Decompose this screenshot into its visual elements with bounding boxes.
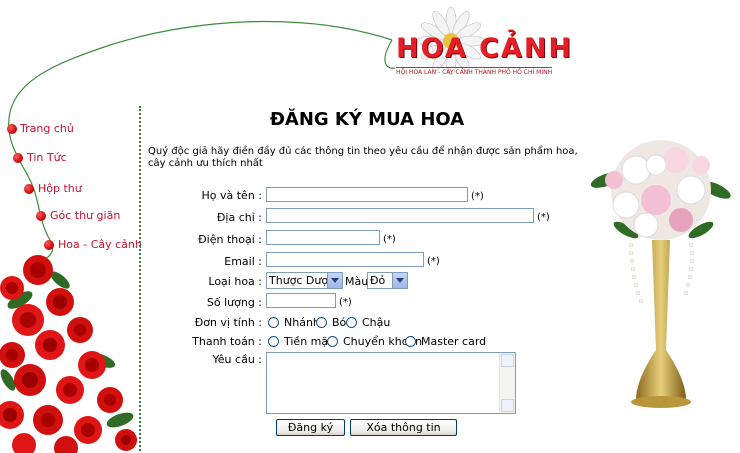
content-divider	[139, 106, 141, 451]
unit-option-label: Bó	[332, 316, 347, 329]
color-selected: Đỏ	[370, 274, 386, 287]
unit-radio-nhanh[interactable]	[268, 317, 279, 328]
unit-radio-chau[interactable]	[346, 317, 357, 328]
logo-title: HOA CẢNH	[396, 33, 574, 64]
unit-radio-bo[interactable]	[316, 317, 327, 328]
nav-bullet-icon	[13, 153, 23, 163]
address-label: Địa chỉ :	[216, 211, 262, 224]
nav-bullet-icon	[24, 184, 34, 194]
notes-scrollbar[interactable]	[499, 353, 515, 413]
payment-option-label: Master card	[421, 335, 487, 348]
flower-bouquet-image	[590, 140, 731, 408]
red-roses-image	[0, 255, 137, 453]
email-field[interactable]	[266, 252, 424, 267]
payment-radio-transfer[interactable]	[327, 336, 338, 347]
address-field[interactable]	[266, 208, 534, 223]
unit-option-label: Chậu	[362, 316, 391, 329]
fullname-label: Họ và tên :	[201, 189, 263, 202]
reset-button[interactable]: Xóa thông tin	[350, 419, 457, 436]
chevron-down-icon[interactable]	[327, 273, 342, 288]
required-mark: (*)	[471, 191, 484, 202]
logo-subtitle: HỘI HOA LAN - CÂY CẢNH THÀNH PHỐ HỒ CHÍ …	[396, 67, 553, 76]
color-label: Màu	[345, 275, 369, 288]
phone-field[interactable]	[266, 230, 380, 245]
flower-type-selected: Thược Dược	[269, 274, 335, 287]
nav-goc-thu-gian[interactable]: Góc thư giãn	[50, 209, 120, 222]
required-mark: (*)	[383, 234, 396, 245]
payment-option-label: Tiền mặt	[284, 335, 333, 348]
page-title-text: ĐĂNG KÝ MUA HOA	[269, 109, 465, 130]
quantity-field[interactable]	[266, 293, 336, 308]
submit-button[interactable]: Đăng ký	[276, 419, 345, 436]
color-select[interactable]: Đỏ	[367, 272, 408, 289]
chevron-down-icon[interactable]	[392, 273, 407, 288]
email-label: Email :	[224, 255, 262, 268]
notes-label: Yêu cầu :	[212, 353, 262, 366]
site-logo[interactable]: HOA CẢNH HỘI HOA LAN - CÂY CẢNH THÀNH PH…	[388, 6, 584, 80]
unit-label: Đơn vị tính :	[194, 316, 262, 329]
required-mark: (*)	[427, 256, 440, 267]
quantity-label: Số lượng :	[206, 296, 262, 309]
payment-label: Thanh toán :	[192, 335, 262, 348]
fullname-field[interactable]	[266, 187, 468, 202]
scroll-up-icon[interactable]	[501, 354, 514, 367]
flower-type-select[interactable]: Thược Dược	[266, 272, 343, 289]
unit-option-label: Nhánh	[284, 316, 320, 329]
payment-radio-mastercard[interactable]	[405, 336, 416, 347]
nav-bullet-icon	[36, 211, 46, 221]
page: HOA CẢNH HỘI HOA LAN - CÂY CẢNH THÀNH PH…	[0, 0, 740, 453]
nav-tin-tuc[interactable]: Tin Tức	[27, 151, 67, 164]
payment-radio-cash[interactable]	[268, 336, 279, 347]
required-mark: (*)	[339, 297, 352, 308]
intro-text: Quý độc giả hãy điền đầy đủ các thông ti…	[148, 146, 578, 169]
flower-type-label: Loại hoa :	[208, 275, 262, 288]
phone-label: Điện thoại :	[198, 233, 262, 246]
required-mark: (*)	[537, 212, 550, 223]
nav-hop-thu[interactable]: Hộp thư	[38, 182, 82, 195]
notes-textarea[interactable]	[266, 352, 516, 414]
scroll-down-icon[interactable]	[501, 399, 514, 412]
